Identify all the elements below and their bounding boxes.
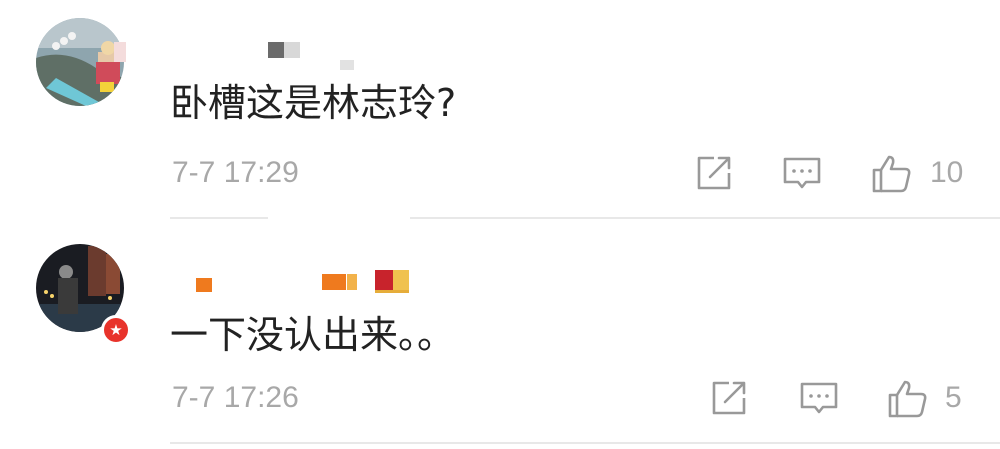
like-count: 10 [930, 156, 964, 189]
comment-item: 卧槽这是林志玲? 7-7 17:29 10 [0, 0, 1000, 220]
timestamp: 7-7 17:26 [172, 381, 299, 414]
comment-button[interactable] [797, 376, 841, 420]
username-redacted[interactable] [172, 260, 472, 300]
verified-star-icon: ★ [101, 315, 131, 345]
like-button[interactable] [870, 151, 914, 195]
avatar[interactable] [36, 18, 124, 106]
thumbs-up-icon [872, 155, 911, 193]
divider [170, 442, 1000, 444]
username-redacted[interactable] [114, 28, 472, 70]
share-icon [712, 381, 746, 415]
share-button[interactable] [707, 376, 751, 420]
comment-text: 卧槽这是林志玲? [170, 81, 457, 125]
divider [170, 217, 1000, 219]
like-count: 5 [945, 381, 962, 414]
share-button[interactable] [692, 151, 736, 195]
share-icon [697, 156, 731, 190]
like-button[interactable] [886, 376, 930, 420]
thumbs-up-icon [888, 380, 927, 418]
avatar-photo [36, 18, 124, 106]
comment-item: ★ 一下没认出来。。 7-7 17:26 5 [0, 220, 1000, 449]
comment-icon [800, 382, 838, 414]
timestamp: 7-7 17:29 [172, 156, 299, 189]
comment-icon [783, 157, 821, 189]
comment-text: 一下没认出来。。 [170, 313, 456, 357]
comment-button[interactable] [780, 151, 824, 195]
